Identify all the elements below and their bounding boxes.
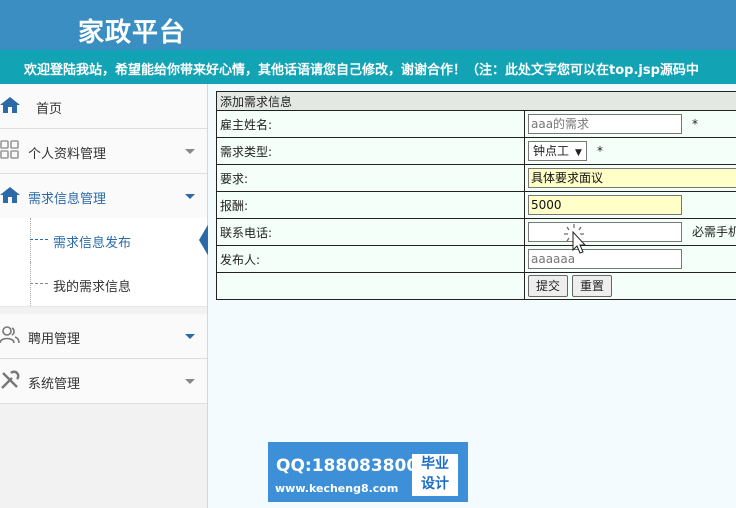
publisher-label: 发布人: xyxy=(216,245,525,273)
sidebar-item-system[interactable]: 系统管理 xyxy=(0,359,207,404)
requirement-input[interactable]: 具体要求面议 xyxy=(528,168,736,188)
chevron-down-icon xyxy=(185,149,195,154)
sidebar-item-label: 我的需求信息 xyxy=(53,280,132,295)
sidebar-item-profile[interactable]: 个人资料管理 xyxy=(0,129,207,174)
sidebar-subitem-my-demand[interactable]: 我的需求信息 xyxy=(0,262,207,307)
required-star: * xyxy=(692,116,698,131)
home-icon xyxy=(0,97,20,113)
sidebar-item-label: 个人资料管理 xyxy=(28,147,107,162)
sidebar-item-label: 首页 xyxy=(36,102,63,117)
app-header: 家政平台 xyxy=(0,0,736,50)
employer-name-input[interactable]: aaa的需求 xyxy=(528,114,682,134)
sidebar-item-home[interactable]: 首页 xyxy=(0,84,207,129)
users-icon xyxy=(0,326,20,344)
sidebar-item-label: 系统管理 xyxy=(28,377,81,392)
watermark: QQ:188083800 www.kecheng8.com 毕业 设计 xyxy=(268,442,468,502)
app-title: 家政平台 xyxy=(78,18,187,48)
requirement-label: 要求: xyxy=(216,164,525,192)
watermark-badge: 毕业 设计 xyxy=(412,454,458,496)
select-value: 钟点工 xyxy=(533,144,570,158)
cursor-icon xyxy=(564,224,587,254)
submit-button[interactable]: 提交 xyxy=(528,275,569,297)
home-icon xyxy=(0,187,20,203)
dropdown-arrow-icon: ▼ xyxy=(575,148,582,158)
chevron-down-icon xyxy=(185,379,195,384)
form-caption: 添加需求信息 xyxy=(216,91,736,111)
phone-label: 联系电话: xyxy=(216,218,525,246)
pay-label: 报酬: xyxy=(216,191,525,219)
publisher-input[interactable]: aaaaaa xyxy=(528,249,682,269)
sidebar-item-demand[interactable]: 需求信息管理 xyxy=(0,174,207,219)
employer-label: 雇主姓名: xyxy=(216,110,525,138)
watermark-url: www.kecheng8.com xyxy=(275,482,399,495)
add-demand-form: 添加需求信息 雇主姓名: aaa的需求 * 需求类型: 钟点工 ▼ * 要求: 具体要… xyxy=(216,91,736,300)
demand-type-select[interactable]: 钟点工 ▼ xyxy=(528,141,587,161)
reset-button[interactable]: 重置 xyxy=(572,275,613,297)
chevron-down-icon xyxy=(185,194,195,199)
sidebar-item-label: 需求信息管理 xyxy=(28,192,107,207)
phone-note: 必需手机 xyxy=(692,224,736,239)
sidebar-item-label: 需求信息发布 xyxy=(53,236,132,251)
tools-icon xyxy=(1,370,20,389)
pay-input[interactable]: 5000 xyxy=(528,195,682,215)
tree-line xyxy=(30,218,31,262)
tree-dash xyxy=(30,283,48,284)
sidebar: 首页 个人资料管理 需求信息管理 需求信息发布 我的需求信息 聘用管理 系统管理 xyxy=(0,84,209,508)
badge-line: 设计 xyxy=(421,476,449,492)
badge-line: 毕业 xyxy=(421,456,449,472)
phone-input[interactable] xyxy=(528,222,682,242)
sidebar-item-hire[interactable]: 聘用管理 xyxy=(0,314,207,359)
chevron-down-icon xyxy=(185,334,195,339)
tree-line xyxy=(30,262,31,306)
sidebar-subitem-demand-publish[interactable]: 需求信息发布 xyxy=(0,218,209,263)
grid-icon xyxy=(0,140,19,159)
marquee-text: 欢迎登陆我站，希望能给你带来好心情，其他话语请您自己修改，谢谢合作！（注：此处文… xyxy=(24,63,699,78)
welcome-marquee: 欢迎登陆我站，希望能给你带来好心情，其他话语请您自己修改，谢谢合作！（注：此处文… xyxy=(0,50,736,84)
tree-dash xyxy=(30,239,48,240)
empty-cell xyxy=(216,272,525,300)
type-label: 需求类型: xyxy=(216,137,525,165)
required-star: * xyxy=(596,143,603,158)
watermark-qq: QQ:188083800 xyxy=(276,456,419,476)
sidebar-item-label: 聘用管理 xyxy=(28,332,81,347)
